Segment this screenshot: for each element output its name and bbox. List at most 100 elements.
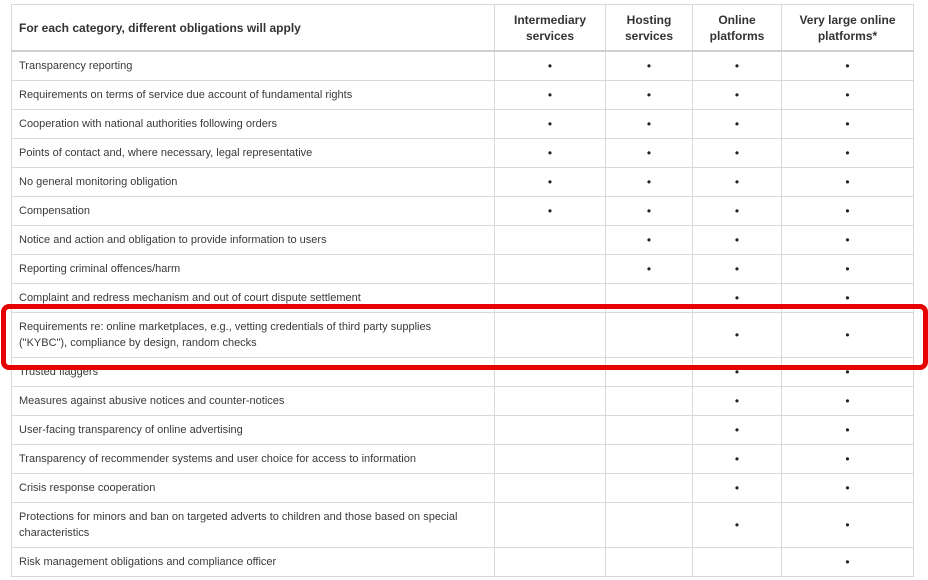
mark-intermediary: • bbox=[494, 167, 606, 197]
mark-hosting bbox=[605, 502, 693, 548]
table-row: Cooperation with national authorities fo… bbox=[11, 109, 914, 139]
mark-hosting bbox=[605, 312, 693, 358]
header-hosting-services: Hosting services bbox=[605, 4, 693, 52]
mark-online-platforms: • bbox=[692, 312, 782, 358]
table-row: Transparency reporting • • • • bbox=[11, 50, 914, 81]
row-label: Trusted flaggers bbox=[11, 357, 495, 387]
row-label: Requirements re: online marketplaces, e.… bbox=[11, 312, 495, 358]
mark-intermediary bbox=[494, 502, 606, 548]
mark-intermediary: • bbox=[494, 196, 606, 226]
mark-hosting: • bbox=[605, 225, 693, 255]
mark-vlop: • bbox=[781, 80, 914, 110]
table-row: Crisis response cooperation • • bbox=[11, 473, 914, 503]
mark-vlop: • bbox=[781, 138, 914, 168]
mark-intermediary bbox=[494, 283, 606, 313]
mark-intermediary bbox=[494, 254, 606, 284]
mark-online-platforms: • bbox=[692, 444, 782, 474]
mark-hosting bbox=[605, 473, 693, 503]
obligations-table: For each category, different obligations… bbox=[11, 4, 914, 577]
table-row: Points of contact and, where necessary, … bbox=[11, 138, 914, 168]
mark-intermediary bbox=[494, 357, 606, 387]
mark-hosting bbox=[605, 444, 693, 474]
mark-online-platforms: • bbox=[692, 357, 782, 387]
mark-online-platforms: • bbox=[692, 473, 782, 503]
row-label: Requirements on terms of service due acc… bbox=[11, 80, 495, 110]
mark-vlop: • bbox=[781, 502, 914, 548]
mark-intermediary: • bbox=[494, 50, 606, 81]
mark-intermediary: • bbox=[494, 109, 606, 139]
mark-hosting: • bbox=[605, 50, 693, 81]
mark-vlop: • bbox=[781, 386, 914, 416]
mark-hosting bbox=[605, 283, 693, 313]
table-row: Risk management obligations and complian… bbox=[11, 547, 914, 577]
mark-online-platforms bbox=[692, 547, 782, 577]
mark-intermediary bbox=[494, 415, 606, 445]
row-label: User-facing transparency of online adver… bbox=[11, 415, 495, 445]
mark-intermediary: • bbox=[494, 138, 606, 168]
row-label: Transparency of recommender systems and … bbox=[11, 444, 495, 474]
mark-hosting: • bbox=[605, 196, 693, 226]
mark-online-platforms: • bbox=[692, 415, 782, 445]
mark-vlop: • bbox=[781, 547, 914, 577]
header-category: For each category, different obligations… bbox=[11, 4, 495, 52]
table-body: Transparency reporting • • • • Requireme… bbox=[11, 50, 914, 577]
mark-vlop: • bbox=[781, 357, 914, 387]
table-row: No general monitoring obligation • • • • bbox=[11, 167, 914, 197]
mark-hosting bbox=[605, 547, 693, 577]
mark-online-platforms: • bbox=[692, 80, 782, 110]
mark-online-platforms: • bbox=[692, 386, 782, 416]
mark-vlop: • bbox=[781, 109, 914, 139]
mark-hosting: • bbox=[605, 138, 693, 168]
row-label: Protections for minors and ban on target… bbox=[11, 502, 495, 548]
mark-online-platforms: • bbox=[692, 502, 782, 548]
mark-intermediary bbox=[494, 386, 606, 416]
mark-vlop: • bbox=[781, 312, 914, 358]
header-very-large-online-platforms: Very large online platforms* bbox=[781, 4, 914, 52]
row-label: Cooperation with national authorities fo… bbox=[11, 109, 495, 139]
row-label: Notice and action and obligation to prov… bbox=[11, 225, 495, 255]
mark-intermediary bbox=[494, 547, 606, 577]
table-row: Notice and action and obligation to prov… bbox=[11, 225, 914, 255]
table-row: Measures against abusive notices and cou… bbox=[11, 386, 914, 416]
header-online-platforms: Online platforms bbox=[692, 4, 782, 52]
mark-intermediary bbox=[494, 225, 606, 255]
table-row: Protections for minors and ban on target… bbox=[11, 502, 914, 548]
row-label: Transparency reporting bbox=[11, 50, 495, 81]
row-label: Crisis response cooperation bbox=[11, 473, 495, 503]
table-row: User-facing transparency of online adver… bbox=[11, 415, 914, 445]
mark-online-platforms: • bbox=[692, 283, 782, 313]
mark-intermediary bbox=[494, 444, 606, 474]
mark-hosting bbox=[605, 386, 693, 416]
mark-vlop: • bbox=[781, 473, 914, 503]
mark-online-platforms: • bbox=[692, 50, 782, 81]
mark-intermediary: • bbox=[494, 80, 606, 110]
table-row: Transparency of recommender systems and … bbox=[11, 444, 914, 474]
mark-vlop: • bbox=[781, 167, 914, 197]
table-row: Complaint and redress mechanism and out … bbox=[11, 283, 914, 313]
mark-vlop: • bbox=[781, 225, 914, 255]
mark-vlop: • bbox=[781, 196, 914, 226]
mark-vlop: • bbox=[781, 283, 914, 313]
mark-intermediary bbox=[494, 473, 606, 503]
header-intermediary-services: Intermediary services bbox=[494, 4, 606, 52]
mark-online-platforms: • bbox=[692, 254, 782, 284]
table-row: Requirements on terms of service due acc… bbox=[11, 80, 914, 110]
obligations-table-container: For each category, different obligations… bbox=[11, 4, 914, 577]
mark-hosting: • bbox=[605, 254, 693, 284]
mark-vlop: • bbox=[781, 444, 914, 474]
mark-vlop: • bbox=[781, 50, 914, 81]
mark-hosting: • bbox=[605, 80, 693, 110]
mark-intermediary bbox=[494, 312, 606, 358]
row-label: Complaint and redress mechanism and out … bbox=[11, 283, 495, 313]
row-label: Measures against abusive notices and cou… bbox=[11, 386, 495, 416]
mark-online-platforms: • bbox=[692, 167, 782, 197]
table-header: For each category, different obligations… bbox=[11, 4, 914, 52]
mark-hosting: • bbox=[605, 109, 693, 139]
row-label: Compensation bbox=[11, 196, 495, 226]
table-row: Reporting criminal offences/harm • • • bbox=[11, 254, 914, 284]
table-row-highlighted: Requirements re: online marketplaces, e.… bbox=[11, 312, 914, 358]
mark-hosting bbox=[605, 357, 693, 387]
row-label: Reporting criminal offences/harm bbox=[11, 254, 495, 284]
row-label: Points of contact and, where necessary, … bbox=[11, 138, 495, 168]
mark-hosting bbox=[605, 415, 693, 445]
